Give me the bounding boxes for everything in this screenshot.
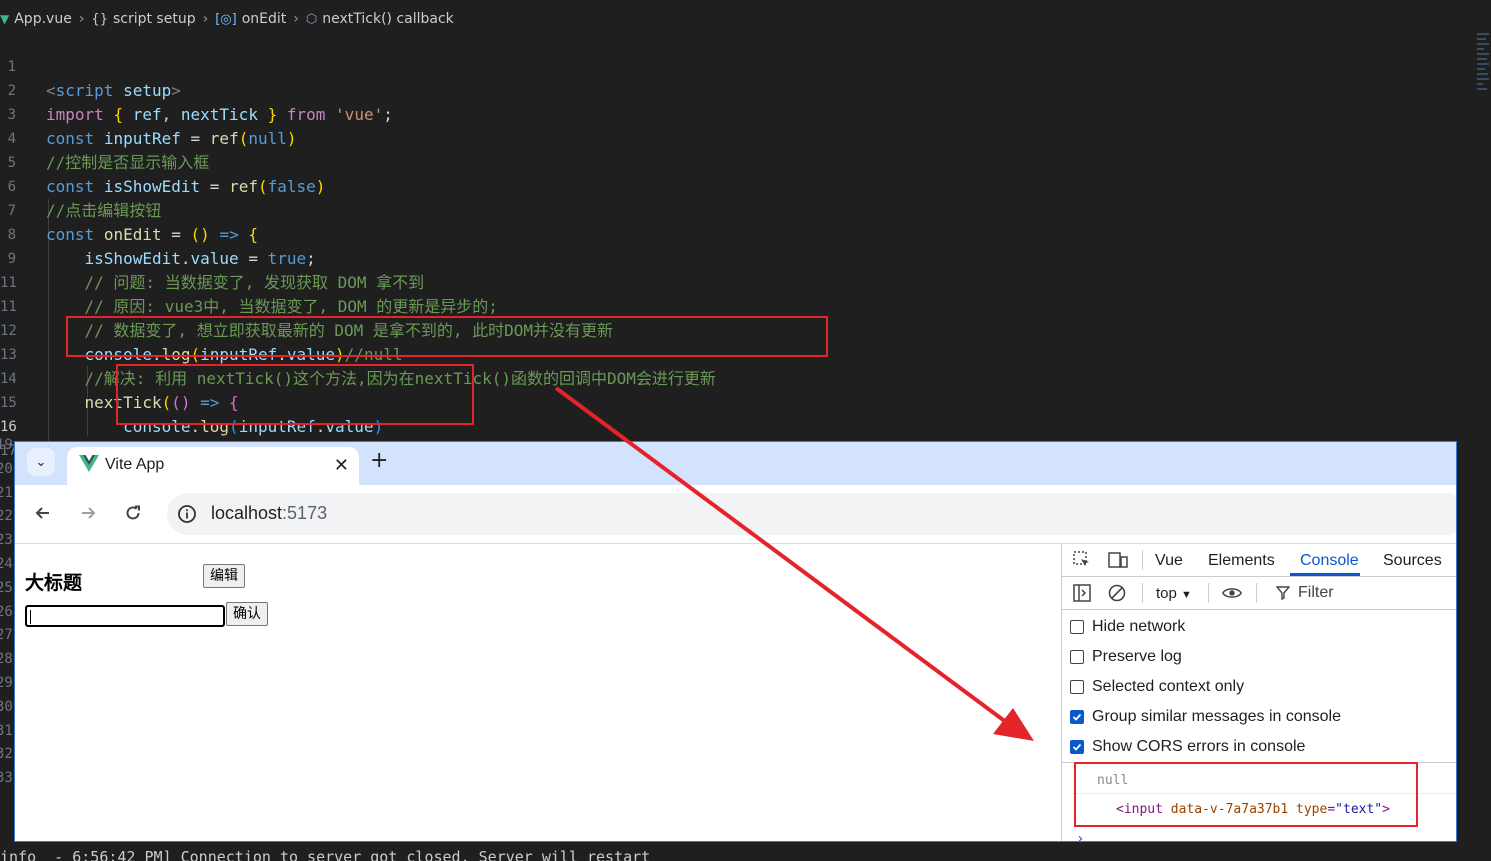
tab-search-button[interactable]: ⌄ [27,448,55,476]
breadcrumb-file-label: App.vue [14,11,72,27]
terminal-output: info - 6:56:42 PM] Connection to server … [0,848,651,861]
minimap[interactable] [1477,30,1491,130]
browser-tab[interactable]: Vite App ✕ [67,447,359,485]
clear-console-icon[interactable] [1107,583,1127,603]
option-selected-context[interactable]: Selected context only [1070,676,1244,698]
reload-button[interactable] [119,499,147,527]
code-line: 5 const isShowEdit = ref(false) [0,127,1475,196]
highlight-box-output [1074,762,1418,827]
vue-logo-icon [79,455,99,472]
tab-vue[interactable]: Vue [1155,552,1183,570]
page-title: 大标题 [25,572,83,594]
breadcrumb: ▼ App.vue › {} script setup › [◎] onEdit… [0,8,454,30]
info-icon[interactable] [177,504,197,524]
inspect-element-icon[interactable] [1072,550,1092,570]
edit-button[interactable]: 编辑 [203,564,245,588]
eye-icon[interactable] [1222,583,1242,603]
page-content: 大标题 编辑 确认 [15,544,1061,841]
tab-elements[interactable]: Elements [1208,552,1275,570]
chevron-right-icon: › [78,11,85,27]
breadcrumb-callback-label: nextTick() callback [322,11,454,27]
checkbox-unchecked-icon[interactable] [1070,650,1084,664]
filter-input[interactable]: Filter [1298,584,1334,602]
breadcrumb-file[interactable]: ▼ App.vue [0,11,72,27]
console-prompt-icon[interactable]: › [1076,831,1084,841]
filter-icon [1276,586,1290,600]
breadcrumb-function-label: onEdit [241,11,287,27]
text-caret [30,610,31,624]
tab-title: Vite App [105,456,165,473]
chevron-down-icon: ⌄ [35,454,47,470]
browser-toolbar: localhost:5173 [15,485,1456,544]
active-tab-indicator [1290,573,1360,576]
tab-console[interactable]: Console [1300,552,1359,570]
braces-icon: {} [91,11,108,27]
devtools-tabs: Vue Elements Console Sources [1062,544,1456,577]
tab-sources[interactable]: Sources [1383,552,1442,570]
edit-input[interactable] [25,605,225,627]
breadcrumb-callback[interactable]: ⬡ nextTick() callback [306,11,454,27]
tab-strip: ⌄ Vite App ✕ + [15,442,1456,485]
highlight-box-callback [116,364,474,425]
option-group-similar[interactable]: Group similar messages in console [1070,706,1341,728]
code-line: 9 // 问题: 当数据变了, 发现获取 DOM 拿不到 [0,223,1475,292]
gutter-tail: 19 20 21 22 23 24 25 26 27 28 29 30 31 3… [0,437,13,787]
vue-file-icon: ▼ [0,12,10,26]
code-line: 11 // 数据变了, 想立即获取最新的 DOM 是拿不到的, 此时DOM并没有… [0,271,1475,340]
highlight-box-comment [66,316,828,357]
breadcrumb-script-label: script setup [112,11,196,27]
checkbox-unchecked-icon[interactable] [1070,620,1084,634]
back-button[interactable] [29,499,57,527]
checkbox-unchecked-icon[interactable] [1070,680,1084,694]
chevron-right-icon: › [202,11,209,27]
close-icon[interactable]: ✕ [334,455,349,476]
device-toolbar-icon[interactable] [1108,550,1128,570]
breadcrumb-function[interactable]: [◎] onEdit [215,11,286,27]
forward-button[interactable] [74,499,102,527]
checkbox-checked-icon[interactable] [1070,740,1084,754]
arrow-left-icon [35,507,49,519]
new-tab-button[interactable]: + [370,448,388,473]
code-line: 7 const onEdit = () => { [0,175,1475,244]
code-line: 2 import { ref, nextTick } from 'vue'; [0,55,1475,124]
code-line: 4 //控制是否显示输入框 [0,103,1475,172]
context-selector[interactable]: top ▼ [1156,585,1192,602]
option-preserve-log[interactable]: Preserve log [1070,646,1182,668]
chevron-right-icon: › [293,11,299,27]
checkbox-checked-icon[interactable] [1070,710,1084,724]
code-line: 8 isShowEdit.value = true; [0,199,1475,268]
console-toolbar: top ▼ Filter [1062,577,1456,610]
sidebar-toggle-icon[interactable] [1072,583,1092,603]
code-line: 6 //点击编辑按钮 [0,151,1475,220]
confirm-button[interactable]: 确认 [226,602,268,626]
option-cors-errors[interactable]: Show CORS errors in console [1070,736,1305,758]
dropdown-arrow-icon: ▼ [1181,589,1192,601]
code-line: 1 <script setup> [0,31,1475,100]
option-hide-network[interactable]: Hide network [1070,616,1185,638]
reload-icon [126,505,140,520]
address-bar[interactable]: localhost:5173 [167,493,1456,535]
arrow-right-icon [82,507,96,519]
code-line: 3 const inputRef = ref(null) [0,79,1475,148]
variable-icon: [◎] [215,11,237,27]
method-cube-icon: ⬡ [305,11,318,27]
breadcrumb-script[interactable]: {} script setup [91,11,195,27]
code-line: 11 // 原因: vue3中, 当数据变了, DOM 的更新是异步的; [0,247,1475,316]
url-text: localhost:5173 [211,503,328,523]
